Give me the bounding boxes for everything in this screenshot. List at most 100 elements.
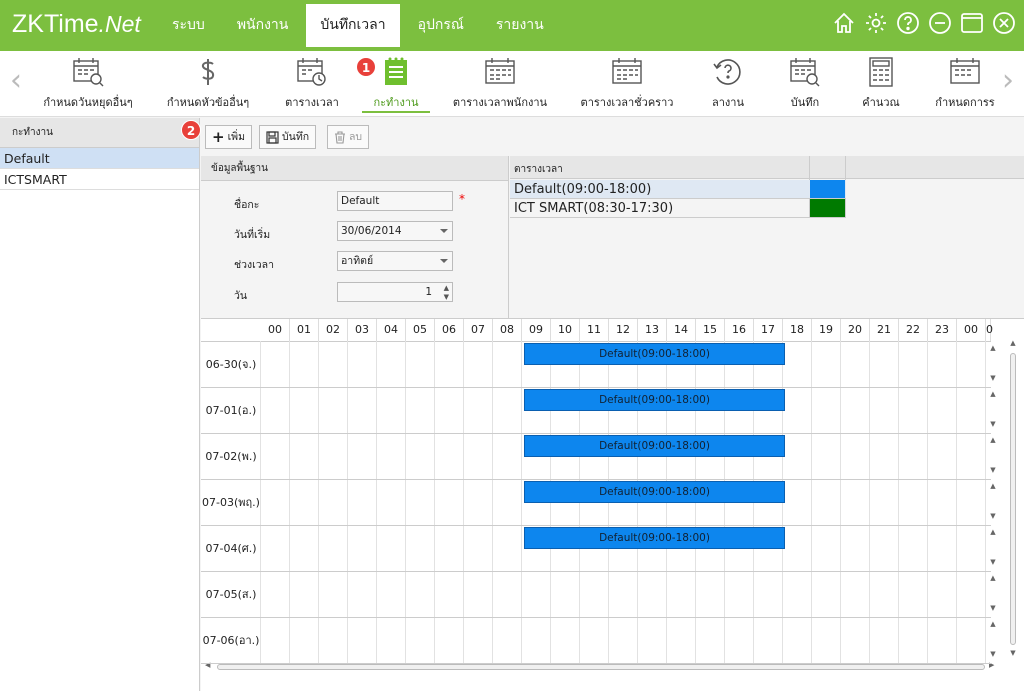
row-scroll-down-icon[interactable]: ▼ [986,512,1000,520]
delete-button[interactable]: ลบ [327,125,370,149]
chevron-right-icon[interactable]: › [998,65,1018,101]
shift-bar[interactable]: Default(09:00-18:00) [524,435,785,457]
tool-timetable[interactable]: ตารางเวลา [282,55,342,113]
day-row-label: 07-06(อา.) [201,618,261,664]
calendar-icon [612,58,642,84]
scroll-up-icon[interactable]: ▲ [1008,339,1018,349]
stepper-up-icon[interactable]: ▲ [444,284,449,292]
hour-header: 03 [348,319,377,341]
calendar-search-icon [790,58,820,87]
step-badge-1: 1 [356,57,376,77]
row-scroll-up-icon[interactable]: ▲ [986,574,1000,582]
row-scroll-down-icon[interactable]: ▼ [986,420,1000,428]
scroll-down-icon[interactable]: ▼ [1008,649,1018,659]
day-row-label: 07-04(ศ.) [201,526,261,572]
shift-bar[interactable]: Default(09:00-18:00) [524,481,785,503]
hour-header: 02 [319,319,348,341]
gear-icon[interactable] [864,11,888,35]
menu-device[interactable]: อุปกรณ์ [404,4,478,47]
tool-other-holidays[interactable]: กำหนดวันหยุดอื่นๆ [34,55,142,113]
day-row-label: 07-02(พ.) [201,434,261,480]
shift-item-default[interactable]: Default [0,148,199,169]
trash-icon [335,130,345,144]
row-scroll-up-icon[interactable]: ▲ [986,344,1000,352]
row-scroll-up-icon[interactable]: ▲ [986,620,1000,628]
hour-header: 04 [377,319,406,341]
help-icon[interactable] [896,11,920,35]
day-row-label: 07-03(พฤ.) [201,480,261,526]
menu-report[interactable]: รายงาน [482,4,558,47]
dollar-icon [201,59,215,85]
tool-employee-schedule[interactable]: ตารางเวลาพนักงาน [450,55,550,113]
hour-header: 12 [609,319,638,341]
hour-header: 20 [841,319,870,341]
hour-header: 22 [899,319,928,341]
shift-item-ictsmart[interactable]: ICTSMART [0,169,199,190]
stepper-down-icon[interactable]: ▼ [444,293,449,301]
vertical-scroll-thumb[interactable] [1010,353,1016,645]
days-label: วัน [234,290,248,302]
close-icon[interactable] [992,11,1016,35]
row-scroll-down-icon[interactable]: ▼ [986,466,1000,474]
row-scroll-down-icon[interactable]: ▼ [986,650,1000,658]
timetable-color-default [810,180,845,198]
calendar-icon [950,58,980,84]
shift-name-input[interactable]: Default [337,191,453,211]
hour-header: 14 [667,319,696,341]
horizontal-scroll-thumb[interactable] [217,664,985,670]
row-scroll-down-icon[interactable]: ▼ [986,558,1000,566]
shift-bar[interactable]: Default(09:00-18:00) [524,389,785,411]
row-scroll-up-icon[interactable]: ▲ [986,390,1000,398]
calendar-clock-icon [297,58,326,86]
home-icon[interactable] [832,11,856,35]
main-menu: ระบบ พนักงาน บันทึกเวลา อุปกรณ์ รายงาน [158,4,562,47]
calendar-search-icon [73,58,104,87]
hour-header: 01 [290,319,319,341]
minimize-icon[interactable] [928,11,952,35]
timetable-color-ictsmart [810,199,845,217]
row-scroll-up-icon[interactable]: ▲ [986,528,1000,536]
hour-header: 08 [493,319,522,341]
hour-header: 21 [870,319,899,341]
tool-record[interactable]: บันทึก [782,55,828,113]
timetable-row-ictsmart[interactable]: ICT SMART(08:30-17:30) [510,199,846,218]
tool-leave[interactable]: ลางาน [706,55,750,113]
start-date-select[interactable]: 30/06/2014 [337,221,453,241]
chevron-down-icon [440,229,448,233]
tool-schedule-setting[interactable]: กำหนดการร [934,55,996,113]
menu-attendance[interactable]: บันทึกเวลา [306,4,400,47]
hour-header: 06 [435,319,464,341]
row-scroll-up-icon[interactable]: ▲ [986,436,1000,444]
tool-calculate[interactable]: คำนวณ [856,55,906,113]
action-bar: + เพิ่ม บันทึก ลบ 2 [181,118,1024,155]
timetable-row-default[interactable]: Default(09:00-18:00) [510,180,846,199]
days-stepper[interactable]: 1 ▲ ▼ [337,282,453,302]
tool-other-items[interactable]: กำหนดหัวข้ออื่นๆ [162,55,254,113]
hour-header: 00 [261,319,290,341]
row-scroll-up-icon[interactable]: ▲ [986,482,1000,490]
hour-header: 0 [986,319,993,341]
day-row-label: 06-30(จ.) [201,342,261,388]
row-scroll-down-icon[interactable]: ▼ [986,374,1000,382]
hour-header: 16 [725,319,754,341]
basic-info-header: ข้อมูลพื้นฐาน [201,156,508,181]
menu-system[interactable]: ระบบ [158,4,219,47]
hour-header: 15 [696,319,725,341]
required-mark: * [459,192,465,206]
tool-temp-schedule[interactable]: ตารางเวลาชั่วคราว [578,55,676,113]
row-scroll-down-icon[interactable]: ▼ [986,604,1000,612]
step-badge-2: 2 [181,120,201,140]
shift-bar[interactable]: Default(09:00-18:00) [524,343,785,365]
save-button[interactable]: บันทึก [259,125,317,149]
period-select[interactable]: อาทิตย์ [337,251,453,271]
hour-header: 05 [406,319,435,341]
shift-bar[interactable]: Default(09:00-18:00) [524,527,785,549]
maximize-icon[interactable] [960,11,984,35]
hour-header: 18 [783,319,812,341]
vertical-scrollbar[interactable]: ▲ ▼ [1008,339,1018,659]
chevron-left-icon[interactable]: ‹ [6,65,26,101]
hour-header: 00 [957,319,986,341]
menu-employee[interactable]: พนักงาน [223,4,303,47]
plus-icon: + [212,128,225,146]
add-button[interactable]: + เพิ่ม [205,125,253,149]
